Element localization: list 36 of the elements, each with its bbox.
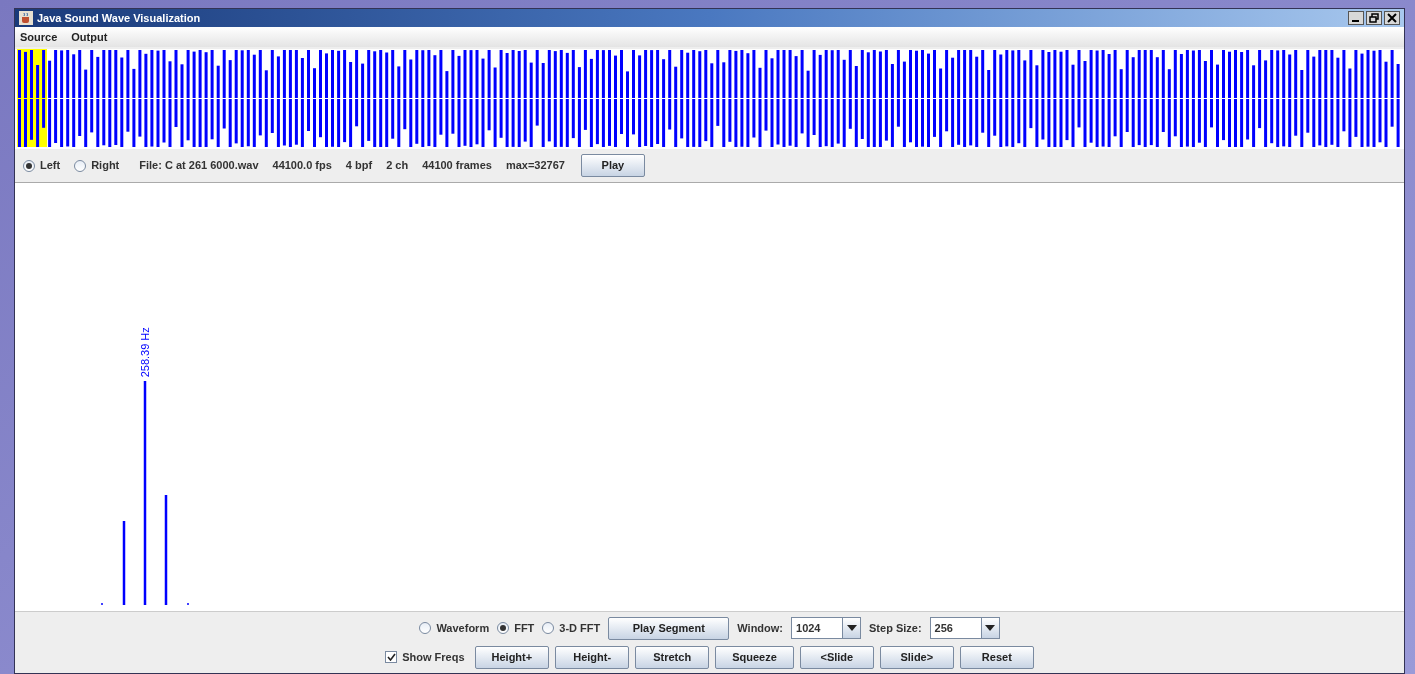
toolbar-button[interactable]: Reset	[959, 645, 1034, 669]
check-icon	[386, 653, 396, 661]
radio-button[interactable]: Right	[74, 157, 120, 174]
file-info-text: 2 ch	[386, 158, 409, 174]
toolbar-button[interactable]: <Slide	[799, 645, 874, 669]
radio-button[interactable]: FFT	[497, 619, 535, 637]
file-info-text: 44100 frames	[422, 158, 492, 174]
dropdown[interactable]: 256	[929, 617, 1000, 639]
radio-button[interactable]: Waveform	[419, 619, 490, 637]
coffee-cup-icon	[19, 11, 33, 25]
checkbox[interactable]: Show Freqs	[385, 648, 465, 666]
menu-item[interactable]: Output	[70, 28, 109, 46]
file-info-text: File: C at 261 6000.wav	[139, 158, 259, 174]
toolbar-button[interactable]: Height+	[474, 645, 550, 669]
window-title: Java Sound Wave Visualization	[37, 10, 201, 26]
file-info-text: max=32767	[505, 158, 565, 174]
menu-item[interactable]: Source	[19, 28, 59, 46]
file-info-text: 44100.0 fps	[272, 158, 332, 174]
peak-frequency-label: 258.39 Hz	[137, 326, 152, 378]
window-label: Window:	[737, 620, 783, 636]
dropdown[interactable]: 1024	[791, 617, 861, 639]
radio-button[interactable]: 3-D FFT	[542, 619, 601, 637]
toolbar-button[interactable]: Squeeze	[715, 645, 794, 669]
dropdown-arrow-icon	[985, 625, 996, 631]
restore-icon[interactable]	[1366, 11, 1382, 25]
toolbar-button[interactable]: Slide>	[879, 645, 954, 669]
radio-button[interactable]: Left	[23, 157, 61, 174]
play-segment-button[interactable]: Play Segment	[608, 616, 730, 640]
minimize-icon[interactable]	[1348, 11, 1364, 25]
close-icon[interactable]	[1384, 11, 1400, 25]
file-info-text: 4 bpf	[345, 158, 373, 174]
step-size-label: Step Size:	[869, 620, 922, 636]
dropdown-arrow-icon	[846, 625, 857, 631]
toolbar-button[interactable]: Height-	[555, 645, 630, 669]
play-button[interactable]: Play	[580, 154, 645, 177]
toolbar-button[interactable]: Stretch	[635, 645, 710, 669]
